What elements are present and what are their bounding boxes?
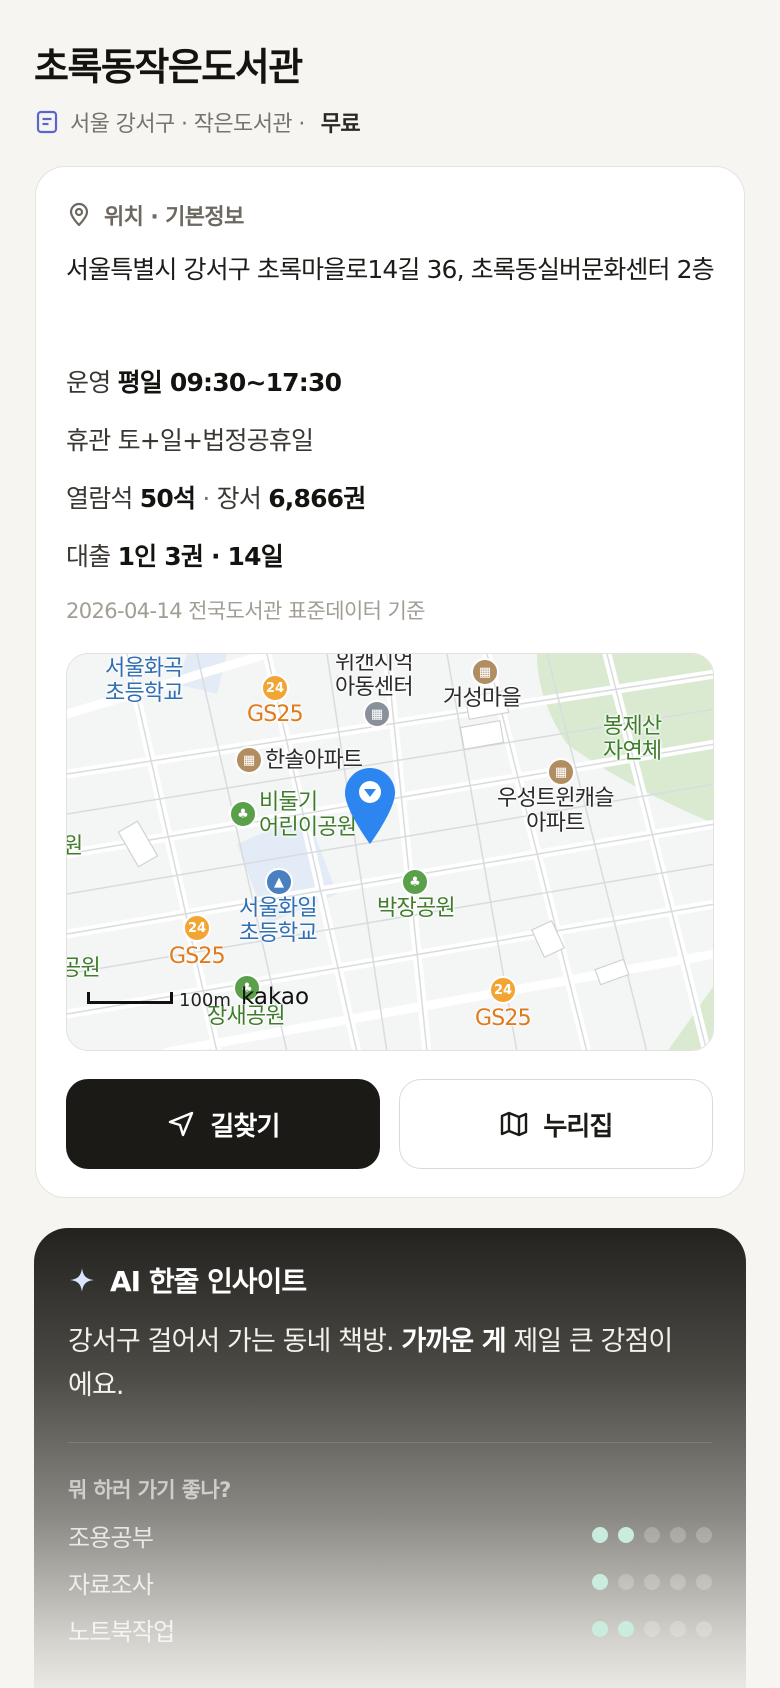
rating-dots xyxy=(592,1574,712,1590)
loan-value: 1인 3권 · 14일 xyxy=(117,542,284,571)
closed-label: 휴관 xyxy=(66,426,111,455)
data-source-note: 2026-04-14 전국도서관 표준데이터 기준 xyxy=(66,599,426,623)
collection-row: 열람석 50석 · 장서 6,866권 xyxy=(66,479,366,515)
rating-row: 자료조사 xyxy=(68,1565,712,1599)
hours-row: 운영 평일 09:30~17:30 xyxy=(66,363,342,399)
rating-dot-empty xyxy=(644,1621,660,1637)
rating-dot-filled xyxy=(592,1621,608,1637)
rating-dot-empty xyxy=(644,1574,660,1590)
building-icon: ▦ xyxy=(363,700,391,728)
loan-row: 대출 1인 3권 · 14일 xyxy=(66,537,284,573)
rating-dot-empty xyxy=(644,1527,660,1543)
rating-label: 자료조사 xyxy=(68,1570,154,1599)
rating-dot-empty xyxy=(670,1621,686,1637)
map-label-park-2: 박장공원 xyxy=(377,896,456,921)
rating-dot-filled xyxy=(592,1574,608,1590)
rating-dots xyxy=(592,1621,712,1637)
location-pin-icon xyxy=(66,202,92,228)
map-label-gs25-2: GS25 xyxy=(169,944,226,969)
map-provider-logo: kakao xyxy=(241,984,310,1010)
rating-dot-filled xyxy=(618,1527,634,1543)
library-meta: 서울 강서구 · 작은도서관 · 무료 xyxy=(34,106,361,138)
map-scale-text: 100m xyxy=(179,990,231,1011)
ai-text-before: 강서구 걸어서 가는 동네 책방. xyxy=(68,1326,402,1357)
map-label-school-2: 서울화일 초등학교 xyxy=(239,896,318,946)
sparkle-icon xyxy=(68,1266,96,1294)
meta-text: 서울 강서구 · 작은도서관 · xyxy=(70,112,305,137)
loan-label: 대출 xyxy=(66,542,111,571)
location-map[interactable]: 서울화곡 초등학교 위캔시억 아동센터 ▦ ▦ 거성마을 봉제산 자연체 24 … xyxy=(66,653,714,1051)
ai-header: AI 한줄 인사이트 xyxy=(68,1260,307,1300)
rating-label: 노트북작업 xyxy=(68,1617,175,1646)
ai-text-highlight: 가까운 게 xyxy=(401,1326,506,1357)
rating-dot-empty xyxy=(696,1574,712,1590)
gs25-icon: 24 xyxy=(261,674,289,702)
gs25-icon: 24 xyxy=(489,976,517,1004)
hours-value: 평일 09:30~17:30 xyxy=(117,368,342,397)
page-title: 초록동작은도서관 xyxy=(34,45,303,89)
seats-value: 50석 xyxy=(139,484,196,513)
map-label-edge-2: 공원 xyxy=(67,956,101,981)
map-scale-bar xyxy=(87,992,173,1004)
apartment-icon: ▦ xyxy=(235,746,263,774)
school-icon: ▲ xyxy=(265,868,293,896)
map-label-gs25-3: GS25 xyxy=(475,1006,532,1031)
map-marker-icon[interactable] xyxy=(343,766,397,846)
hours-label: 운영 xyxy=(66,368,111,397)
section-header: 위치 · 기본정보 xyxy=(66,199,244,231)
closed-value: 토+일+법정공휴일 xyxy=(117,426,315,455)
map-label-mountain-park: 봉제산 자연체 xyxy=(603,714,662,764)
map-label-village: 거성마을 xyxy=(443,686,522,711)
navigation-arrow-icon xyxy=(166,1109,196,1139)
park-icon: ♣ xyxy=(229,800,257,828)
map-label-center: 위캔시억 아동센터 xyxy=(335,653,414,700)
books-label: 장서 xyxy=(216,484,262,513)
park-icon: ♣ xyxy=(401,868,429,896)
divider xyxy=(68,1442,712,1443)
map-label-school: 서울화곡 초등학교 xyxy=(105,656,184,706)
ai-summary: 강서구 걸어서 가는 동네 책방. 가까운 게 제일 큰 강점이에요. xyxy=(68,1320,688,1408)
ai-title: AI 한줄 인사이트 xyxy=(110,1265,307,1298)
books-value: 6,866권 xyxy=(268,484,366,513)
homepage-button[interactable]: 누리집 xyxy=(399,1079,713,1169)
directions-label: 길찾기 xyxy=(210,1111,280,1142)
seats-label: 열람석 xyxy=(66,484,133,513)
ai-question: 뭐 하러 가기 좋나? xyxy=(68,1478,231,1502)
location-info-card: 위치 · 기본정보 서울특별시 강서구 초록마을로14길 36, 초록동실버문화… xyxy=(35,166,745,1198)
rating-dot-empty xyxy=(618,1574,634,1590)
section-title: 위치 · 기본정보 xyxy=(104,205,244,230)
rating-dot-filled xyxy=(618,1621,634,1637)
map-label-gs25: GS25 xyxy=(247,702,304,727)
rating-dot-empty xyxy=(696,1621,712,1637)
document-icon xyxy=(34,109,60,135)
apartment-icon: ▦ xyxy=(471,658,499,686)
rating-dot-filled xyxy=(592,1527,608,1543)
map-icon xyxy=(499,1109,529,1139)
homepage-label: 누리집 xyxy=(543,1111,613,1142)
directions-button[interactable]: 길찾기 xyxy=(66,1079,380,1169)
closed-row: 휴관 토+일+법정공휴일 xyxy=(66,421,315,457)
map-label-apartment-2: 우성트윈캐슬 아파트 xyxy=(497,786,614,836)
separator: · xyxy=(202,484,210,513)
apartment-icon: ▦ xyxy=(547,758,575,786)
rating-dot-empty xyxy=(670,1574,686,1590)
rating-row: 노트북작업 xyxy=(68,1612,712,1646)
rating-dot-empty xyxy=(696,1527,712,1543)
address: 서울특별시 강서구 초록마을로14길 36, 초록동실버문화센터 2층 xyxy=(66,255,715,284)
map-label-edge: 원 xyxy=(67,834,83,859)
gs25-icon: 24 xyxy=(183,914,211,942)
map-label-park: 비둘기 어린이공원 xyxy=(259,790,357,840)
rating-dots xyxy=(592,1527,712,1543)
rating-dot-empty xyxy=(670,1527,686,1543)
rating-row: 조용공부 xyxy=(68,1518,712,1552)
rating-label: 조용공부 xyxy=(68,1523,154,1552)
fee-badge: 무료 xyxy=(320,112,361,137)
ai-insight-card: AI 한줄 인사이트 강서구 걸어서 가는 동네 책방. 가까운 게 제일 큰 … xyxy=(34,1228,746,1688)
